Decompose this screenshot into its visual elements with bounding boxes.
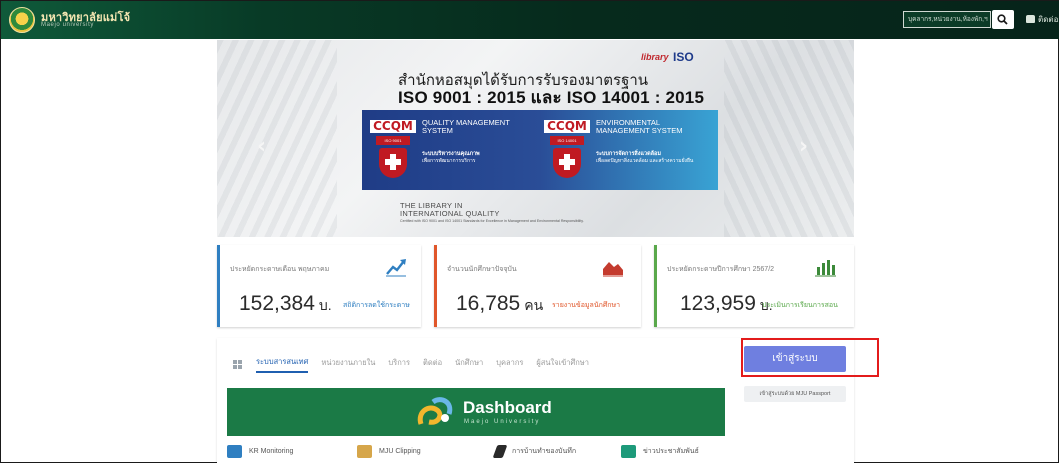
stat-value: 16,785 คน (456, 292, 544, 315)
tab-bar: ระบบสารสนเทศ หน่วยงานภายใน บริการ ติดต่อ… (233, 356, 602, 373)
stat-value: 152,384 บ. (239, 292, 332, 315)
library-quality-text: THE LIBRARY IN INTERNATIONAL QUALITY (400, 201, 500, 218)
stat-link[interactable]: ประเมินการเรียนการสอน (762, 300, 838, 311)
dashboard-banner[interactable]: Dashboard Maejo University (227, 388, 725, 436)
quick-link-news[interactable]: ข่าวประชาสัมพันธ์ (621, 443, 699, 459)
certificate-title: QUALITY MANAGEMENT SYSTEM (422, 118, 510, 135)
phone-icon (1026, 15, 1035, 23)
area-chart-icon (603, 262, 623, 277)
certificate-title: ENVIRONMENTAL MANAGEMENT SYSTEM (596, 118, 683, 135)
hero-banner[interactable]: library ISO สำนักหอสมุดได้รับการรับรองมา… (217, 40, 854, 237)
certified-label: ISO 14001 CERTIFIED (550, 136, 584, 152)
quality-certificate: CCQM ISO 9001 CERTIFIED QUALITY MANAGEME… (370, 118, 540, 182)
quick-link-homework[interactable]: การบ้านทำของบันทึก (492, 443, 577, 459)
ccqm-badge: CCQM ISO 14001 CERTIFIED (544, 118, 590, 182)
dashboard-logo-icon (417, 397, 453, 425)
certified-label: ISO 9001 CERTIFIED (376, 136, 410, 152)
tab-services[interactable]: บริการ (388, 357, 410, 372)
stat-link[interactable]: สถิติการลดใช้กระดาษ (343, 300, 410, 311)
ccqm-mark: CCQM (370, 120, 416, 133)
tab-students[interactable]: นักศึกษา (455, 357, 483, 372)
monitor-icon (227, 444, 242, 458)
top-bar: มหาวิทยาลัยแม่โจ้ Maejo university ติดต่… (1, 1, 1059, 39)
stat-label: ประหยัดกระดาษเดือน พฤษภาคม (230, 266, 330, 273)
banner-library-tag: library (641, 52, 669, 62)
dashboard-subtitle: Maejo University (464, 419, 541, 425)
stat-link[interactable]: รายงานข้อมูลนักศึกษา (552, 300, 620, 311)
trend-up-icon (386, 259, 406, 277)
services-panel: ระบบสารสนเทศ หน่วยงานภายใน บริการ ติดต่อ… (217, 338, 879, 463)
card-accent (654, 245, 657, 327)
quick-link-kr-monitoring[interactable]: KR Monitoring (227, 443, 293, 459)
certificate-description: ระบบบริหารงานคุณภาพ เพื่อการพัฒนาการบริกา… (422, 151, 480, 164)
university-subtitle: Maejo university (41, 22, 94, 28)
stat-card-paper-year: ประหยัดกระดาษปีการศึกษา 2567/2 123,959 บ.… (654, 245, 854, 327)
ccqm-mark: CCQM (544, 120, 590, 133)
mju-passport-button[interactable]: เข้าสู่ระบบด้วย MJU Passport (744, 386, 846, 402)
newspaper-icon (357, 444, 372, 458)
university-logo-icon[interactable] (9, 7, 35, 33)
pen-icon (492, 444, 508, 458)
environment-certificate: CCQM ISO 14001 CERTIFIED ENVIRONMENTAL M… (544, 118, 714, 182)
megaphone-icon (621, 444, 636, 458)
shield-cross-icon (553, 148, 581, 178)
banner-footnote: Certified with ISO 9001 and ISO 14001 St… (400, 219, 584, 223)
login-button[interactable]: เข้าสู่ระบบ (744, 346, 846, 372)
tab-internal-units[interactable]: หน่วยงานภายใน (321, 357, 375, 372)
quick-link-label: ข่าวประชาสัมพันธ์ (643, 447, 699, 455)
quick-link-label: MJU Clipping (379, 447, 421, 455)
quick-link-label: การบ้านทำของบันทึก (512, 447, 577, 455)
contact-label: ติดต่อ (1038, 15, 1059, 24)
quick-link-mju-clipping[interactable]: MJU Clipping (357, 443, 421, 459)
tab-prospective-students[interactable]: ผู้สนใจเข้าศึกษา (536, 357, 589, 372)
carousel-next-button[interactable]: › (799, 134, 808, 159)
quick-link-label: KR Monitoring (249, 447, 294, 455)
search-icon (997, 14, 1008, 25)
contact-link[interactable]: ติดต่อ (1026, 13, 1058, 26)
bar-chart-icon (815, 260, 836, 277)
certification-panel: CCQM ISO 9001 CERTIFIED QUALITY MANAGEME… (362, 110, 718, 190)
search-button[interactable] (992, 10, 1014, 29)
stat-label: จำนวนนักศึกษาปัจจุบัน (447, 266, 517, 273)
grid-icon[interactable] (233, 359, 242, 369)
carousel-prev-button[interactable]: ‹ (257, 134, 266, 159)
search-input[interactable] (903, 11, 991, 28)
tab-information-systems[interactable]: ระบบสารสนเทศ (256, 356, 309, 373)
tab-staff[interactable]: บุคลากร (496, 357, 523, 372)
shield-cross-icon (379, 148, 407, 178)
card-accent (217, 245, 220, 327)
ccqm-badge: CCQM ISO 9001 CERTIFIED (370, 118, 416, 182)
stat-card-students: จำนวนนักศึกษาปัจจุบัน 16,785 คน รายงานข้อ… (434, 245, 641, 327)
banner-standards: ISO 9001 : 2015 และ ISO 14001 : 2015 (398, 88, 705, 107)
dashboard-title: Dashboard (463, 398, 552, 417)
certificate-description: ระบบการจัดการสิ่งแวดล้อม เพื่อลดปัญหาสิ่ง… (596, 151, 694, 164)
tab-contact[interactable]: ติดต่อ (423, 357, 442, 372)
stat-value: 123,959 บ. (680, 292, 773, 315)
banner-iso-tag: ISO (673, 50, 694, 64)
card-accent (434, 245, 437, 327)
quick-links: KR Monitoring MJU Clipping การบ้านทำของบ… (227, 443, 725, 461)
stat-card-paper-month: ประหยัดกระดาษเดือน พฤษภาคม 152,384 บ. สถิ… (217, 245, 421, 327)
stat-label: ประหยัดกระดาษปีการศึกษา 2567/2 (667, 266, 775, 273)
